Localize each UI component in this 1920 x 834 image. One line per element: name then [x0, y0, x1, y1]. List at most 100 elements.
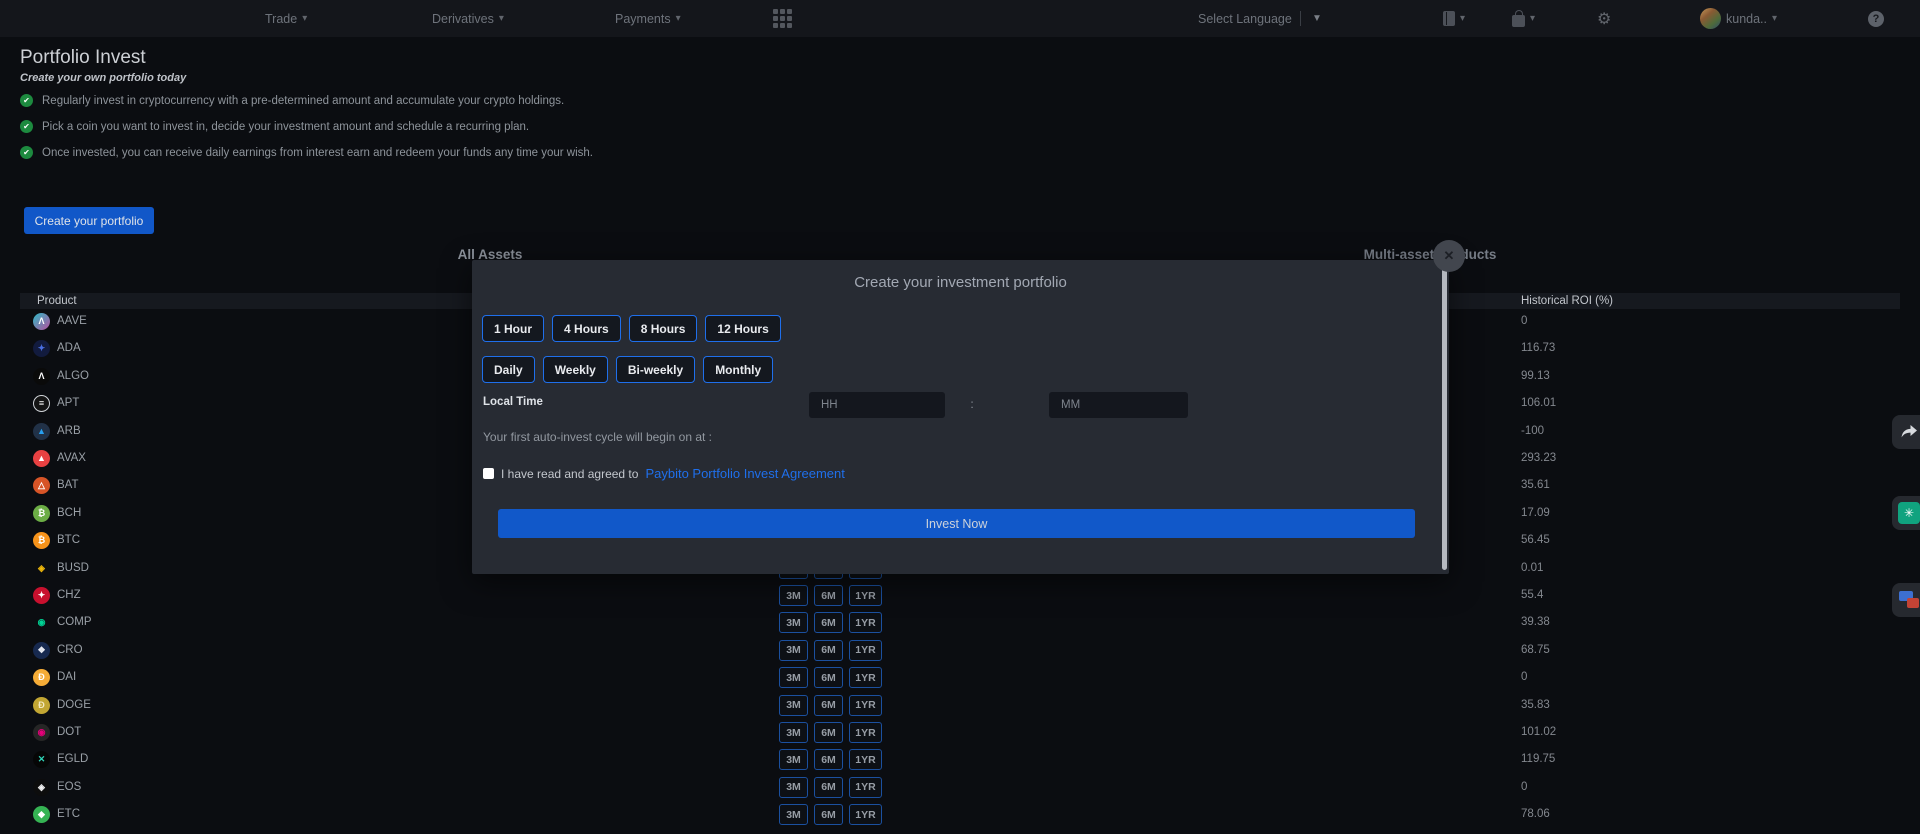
interval-8-hours-button[interactable]: 8 Hours — [629, 315, 698, 342]
busd-coin-icon: ◈ — [33, 560, 50, 577]
term-6m-button[interactable]: 6M — [814, 804, 843, 825]
term-3m-button[interactable]: 3M — [779, 667, 808, 688]
agreement-text: I have read and agreed to — [501, 467, 638, 481]
term-3m-button[interactable]: 3M — [779, 777, 808, 798]
nav-menu-payments[interactable]: Payments ▾ — [615, 0, 681, 37]
agreement-link[interactable]: Paybito Portfolio Invest Agreement — [645, 466, 844, 481]
chevron-down-icon: ▾ — [676, 14, 681, 24]
check-icon: ✔ — [20, 94, 33, 107]
term-buttons: 3M 6M 1YR — [779, 585, 882, 606]
roi-value: 293.23 — [1521, 445, 1556, 472]
roi-value: 0 — [1521, 308, 1527, 335]
term-1yr-button[interactable]: 1YR — [849, 640, 882, 661]
term-6m-button[interactable]: 6M — [814, 640, 843, 661]
table-row: ❖CRO3M6M1YR68.75 — [20, 637, 1900, 664]
term-1yr-button[interactable]: 1YR — [849, 612, 882, 633]
chat-floating-button[interactable] — [1892, 583, 1920, 617]
coin-symbol: ETC — [57, 801, 80, 828]
term-3m-button[interactable]: 3M — [779, 722, 808, 743]
roi-value: 119.75 — [1521, 746, 1555, 773]
minute-input[interactable] — [1049, 392, 1188, 418]
avatar — [1700, 8, 1721, 29]
term-6m-button[interactable]: 6M — [814, 612, 843, 633]
invest-now-button[interactable]: Invest Now — [498, 509, 1415, 538]
term-1yr-button[interactable]: 1YR — [849, 804, 882, 825]
term-1yr-button[interactable]: 1YR — [849, 777, 882, 798]
coin-symbol: ALGO — [57, 363, 89, 390]
assistant-icon: ✳ — [1898, 502, 1920, 524]
btc-coin-icon: ₿ — [33, 532, 50, 549]
chz-coin-icon: ✦ — [33, 587, 50, 604]
term-3m-button[interactable]: 3M — [779, 612, 808, 633]
chat-bubble-icon — [1907, 598, 1919, 608]
term-3m-button[interactable]: 3M — [779, 804, 808, 825]
frequency-monthly-button[interactable]: Monthly — [703, 356, 773, 383]
bullet-text: Pick a coin you want to invest in, decid… — [42, 121, 529, 133]
table-row: ◈EOS3M6M1YR0 — [20, 774, 1900, 801]
roi-value: 68.75 — [1521, 637, 1550, 664]
coin-symbol: AAVE — [57, 308, 87, 335]
term-6m-button[interactable]: 6M — [814, 695, 843, 716]
roi-value: 99.13 — [1521, 363, 1550, 390]
modal-close-button[interactable]: ✕ — [1433, 240, 1465, 272]
interval-1-hour-button[interactable]: 1 Hour — [482, 315, 544, 342]
apps-grid-button[interactable] — [773, 0, 792, 37]
term-buttons: 3M 6M 1YR — [779, 777, 882, 798]
create-portfolio-button[interactable]: Create your portfolio — [24, 207, 154, 234]
orders-menu-button[interactable]: ▾ — [1443, 0, 1465, 37]
comp-coin-icon: ◉ — [33, 614, 50, 631]
agreement-row: I have read and agreed to Paybito Portfo… — [483, 466, 845, 481]
roi-value: 0 — [1521, 774, 1527, 801]
coin-symbol: BTC — [57, 527, 80, 554]
share-floating-button[interactable] — [1892, 415, 1920, 449]
frequency-weekly-button[interactable]: Weekly — [543, 356, 608, 383]
term-3m-button[interactable]: 3M — [779, 749, 808, 770]
term-1yr-button[interactable]: 1YR — [849, 722, 882, 743]
wallet-menu-button[interactable]: ▾ — [1512, 0, 1535, 37]
term-6m-button[interactable]: 6M — [814, 722, 843, 743]
username: kunda.. — [1726, 12, 1767, 26]
interval-4-hours-button[interactable]: 4 Hours — [552, 315, 621, 342]
frequency-bi-weekly-button[interactable]: Bi-weekly — [616, 356, 695, 383]
term-3m-button[interactable]: 3M — [779, 640, 808, 661]
frequency-daily-button[interactable]: Daily — [482, 356, 535, 383]
nav-menu-trade[interactable]: Trade ▾ — [265, 0, 307, 37]
modal-scrollbar[interactable] — [1442, 264, 1447, 570]
interval-12-hours-button[interactable]: 12 Hours — [705, 315, 780, 342]
term-1yr-button[interactable]: 1YR — [849, 585, 882, 606]
term-6m-button[interactable]: 6M — [814, 585, 843, 606]
page-subtitle: Create your own portfolio today — [20, 72, 186, 84]
table-row: ◆ETC3M6M1YR78.06 — [20, 801, 1900, 828]
help-button[interactable]: ? — [1868, 0, 1884, 37]
term-1yr-button[interactable]: 1YR — [849, 667, 882, 688]
term-6m-button[interactable]: 6M — [814, 667, 843, 688]
assistant-floating-button[interactable]: ✳ — [1892, 496, 1920, 530]
algo-coin-icon: Λ — [33, 368, 50, 385]
settings-button[interactable]: ⚙ — [1597, 0, 1611, 37]
language-label: Select Language — [1198, 12, 1292, 26]
term-1yr-button[interactable]: 1YR — [849, 695, 882, 716]
term-3m-button[interactable]: 3M — [779, 585, 808, 606]
nav-menu-trade-label: Trade — [265, 12, 297, 26]
term-6m-button[interactable]: 6M — [814, 749, 843, 770]
hour-input[interactable] — [809, 392, 945, 418]
coin-symbol: BCH — [57, 500, 81, 527]
term-buttons: 3M 6M 1YR — [779, 667, 882, 688]
bullet-text: Regularly invest in cryptocurrency with … — [42, 95, 564, 107]
roi-value: 0.01 — [1521, 555, 1543, 582]
modal-title: Create your investment portfolio — [472, 274, 1449, 291]
coin-symbol: ADA — [57, 335, 81, 362]
term-3m-button[interactable]: 3M — [779, 695, 808, 716]
nav-menu-derivatives[interactable]: Derivatives ▾ — [432, 0, 504, 37]
etc-coin-icon: ◆ — [33, 806, 50, 823]
term-6m-button[interactable]: 6M — [814, 777, 843, 798]
language-selector[interactable]: Select Language — [1198, 0, 1292, 37]
language-dropdown-button[interactable]: ▼ — [1312, 0, 1322, 37]
term-1yr-button[interactable]: 1YR — [849, 749, 882, 770]
user-menu-button[interactable]: kunda.. ▾ — [1700, 0, 1777, 37]
agreement-checkbox[interactable] — [483, 468, 494, 479]
cycle-begin-text: Your first auto-invest cycle will begin … — [483, 430, 712, 444]
roi-value: 101.02 — [1521, 719, 1556, 746]
dot-coin-icon: ◉ — [33, 724, 50, 741]
table-row: ÐDOGE3M6M1YR35.83 — [20, 692, 1900, 719]
